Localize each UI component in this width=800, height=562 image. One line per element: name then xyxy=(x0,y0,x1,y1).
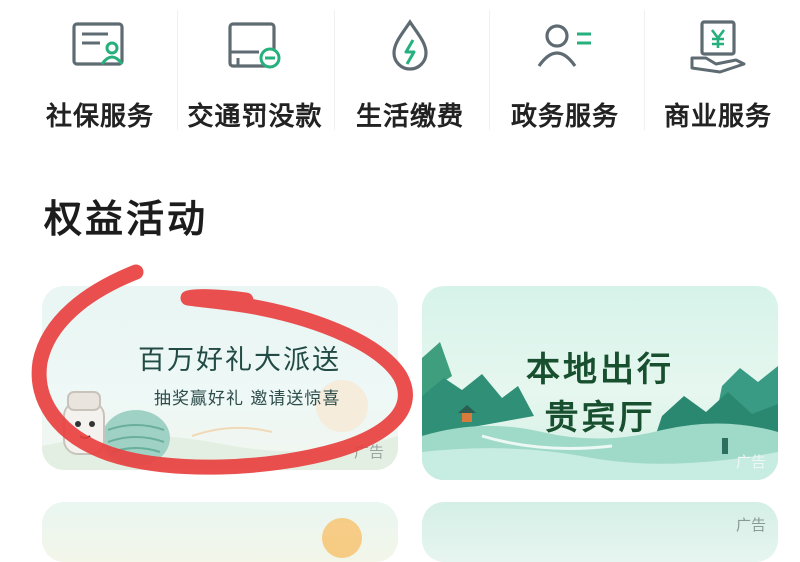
service-grid: 社保服务 交通罚没款 生活缴费 政务服务 商业服务 xyxy=(0,0,800,140)
service-label: 政务服务 xyxy=(510,102,619,132)
social-security-card-icon xyxy=(72,22,124,66)
card-title: 本地出行 xyxy=(526,350,674,390)
promo-card-partial-left[interactable] xyxy=(42,502,398,562)
sun-decoration xyxy=(322,518,362,558)
service-label: 社保服务 xyxy=(45,102,154,132)
service-social-security[interactable]: 社保服务 xyxy=(25,0,175,140)
service-label: 交通罚没款 xyxy=(187,102,323,132)
ad-label: 广告 xyxy=(353,443,384,461)
card-subtitle: 抽奖赢好礼 邀请送惊喜 xyxy=(154,389,341,409)
utility-payment-icon xyxy=(392,19,428,71)
service-government[interactable]: 政务服务 xyxy=(490,0,640,140)
promo-card-gifts[interactable]: 百万好礼大派送 抽奖赢好礼 邀请送惊喜 广告 xyxy=(42,286,398,470)
service-traffic-fine[interactable]: 交通罚没款 xyxy=(180,0,330,140)
divider xyxy=(177,10,178,130)
commercial-service-icon xyxy=(690,20,746,74)
service-commercial[interactable]: 商业服务 xyxy=(643,0,793,140)
traffic-fine-icon xyxy=(228,22,281,69)
promo-card-partial-right[interactable]: 广告 xyxy=(422,502,778,562)
promo-card-vip-lounge[interactable]: 本地出行 贵宾厅 广告 xyxy=(422,286,778,480)
card-subtitle: 贵宾厅 xyxy=(544,398,656,438)
service-label: 生活缴费 xyxy=(355,102,464,132)
ad-label: 广告 xyxy=(735,453,766,471)
government-service-icon xyxy=(537,24,591,67)
service-utility-payment[interactable]: 生活缴费 xyxy=(335,0,485,140)
card-title: 百万好礼大派送 xyxy=(138,345,341,376)
ad-label: 广告 xyxy=(735,516,766,534)
service-label: 商业服务 xyxy=(663,102,772,132)
section-title: 权益活动 xyxy=(44,197,209,241)
